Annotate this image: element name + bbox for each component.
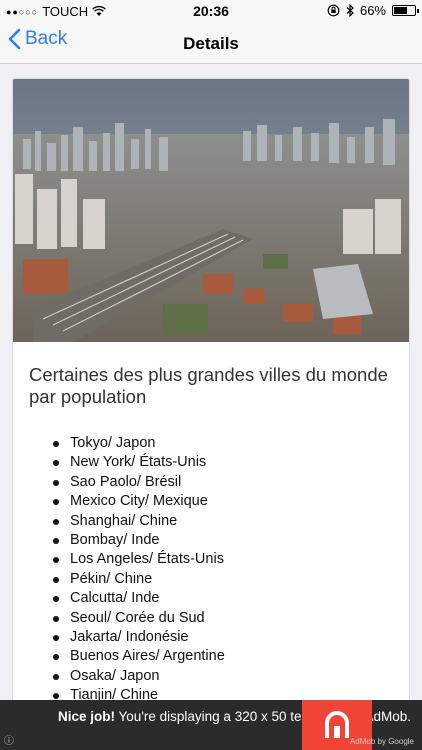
ad-headline: Nice job! — [58, 709, 116, 724]
battery-percentage: 66% — [359, 3, 386, 18]
city-aerial-photo — [13, 79, 409, 342]
city-list-item: Shanghai/ Chine — [53, 512, 409, 531]
ad-banner[interactable]: ⓘ Nice job! You're displaying a 320 x 50… — [0, 700, 422, 750]
city-list-item: Los Angeles/ États-Unis — [53, 550, 409, 569]
status-bar: ●●○○○ TOUCH 20:36 66% — [0, 0, 422, 22]
page-title: Details — [183, 34, 239, 53]
navigation-bar: Back Details — [0, 22, 422, 64]
city-list-item: Seoul/ Corée du Sud — [53, 609, 409, 628]
city-list-item: Calcutta/ Inde — [53, 589, 409, 608]
city-list-item: Osaka/ Japon — [53, 667, 409, 686]
city-list: Tokyo/ Japon New York/ États-Unis Sao Paol… — [13, 434, 409, 706]
detail-card: Certaines des plus grandes villes du mon… — [12, 78, 410, 738]
bluetooth-icon — [346, 4, 354, 17]
battery-icon — [392, 5, 419, 16]
city-list-item: Pékin/ Chine — [53, 570, 409, 589]
article-title: Certaines des plus grandes villes du mon… — [29, 364, 388, 407]
orientation-lock-icon — [327, 4, 340, 17]
city-list-item: New York/ États-Unis — [53, 453, 409, 472]
city-list-item: Sao Paolo/ Brésil — [53, 473, 409, 492]
city-list-item: Bombay/ Inde — [53, 531, 409, 550]
ad-footer: AdMob by Google — [349, 737, 414, 746]
city-list-item: Jakarta/ Indonésie — [53, 628, 409, 647]
city-list-item: Buenos Aires/ Argentine — [53, 647, 409, 666]
city-list-item: Mexico City/ Mexique — [53, 492, 409, 511]
info-icon[interactable]: ⓘ — [4, 732, 14, 747]
city-list-item: Tokyo/ Japon — [53, 434, 409, 453]
